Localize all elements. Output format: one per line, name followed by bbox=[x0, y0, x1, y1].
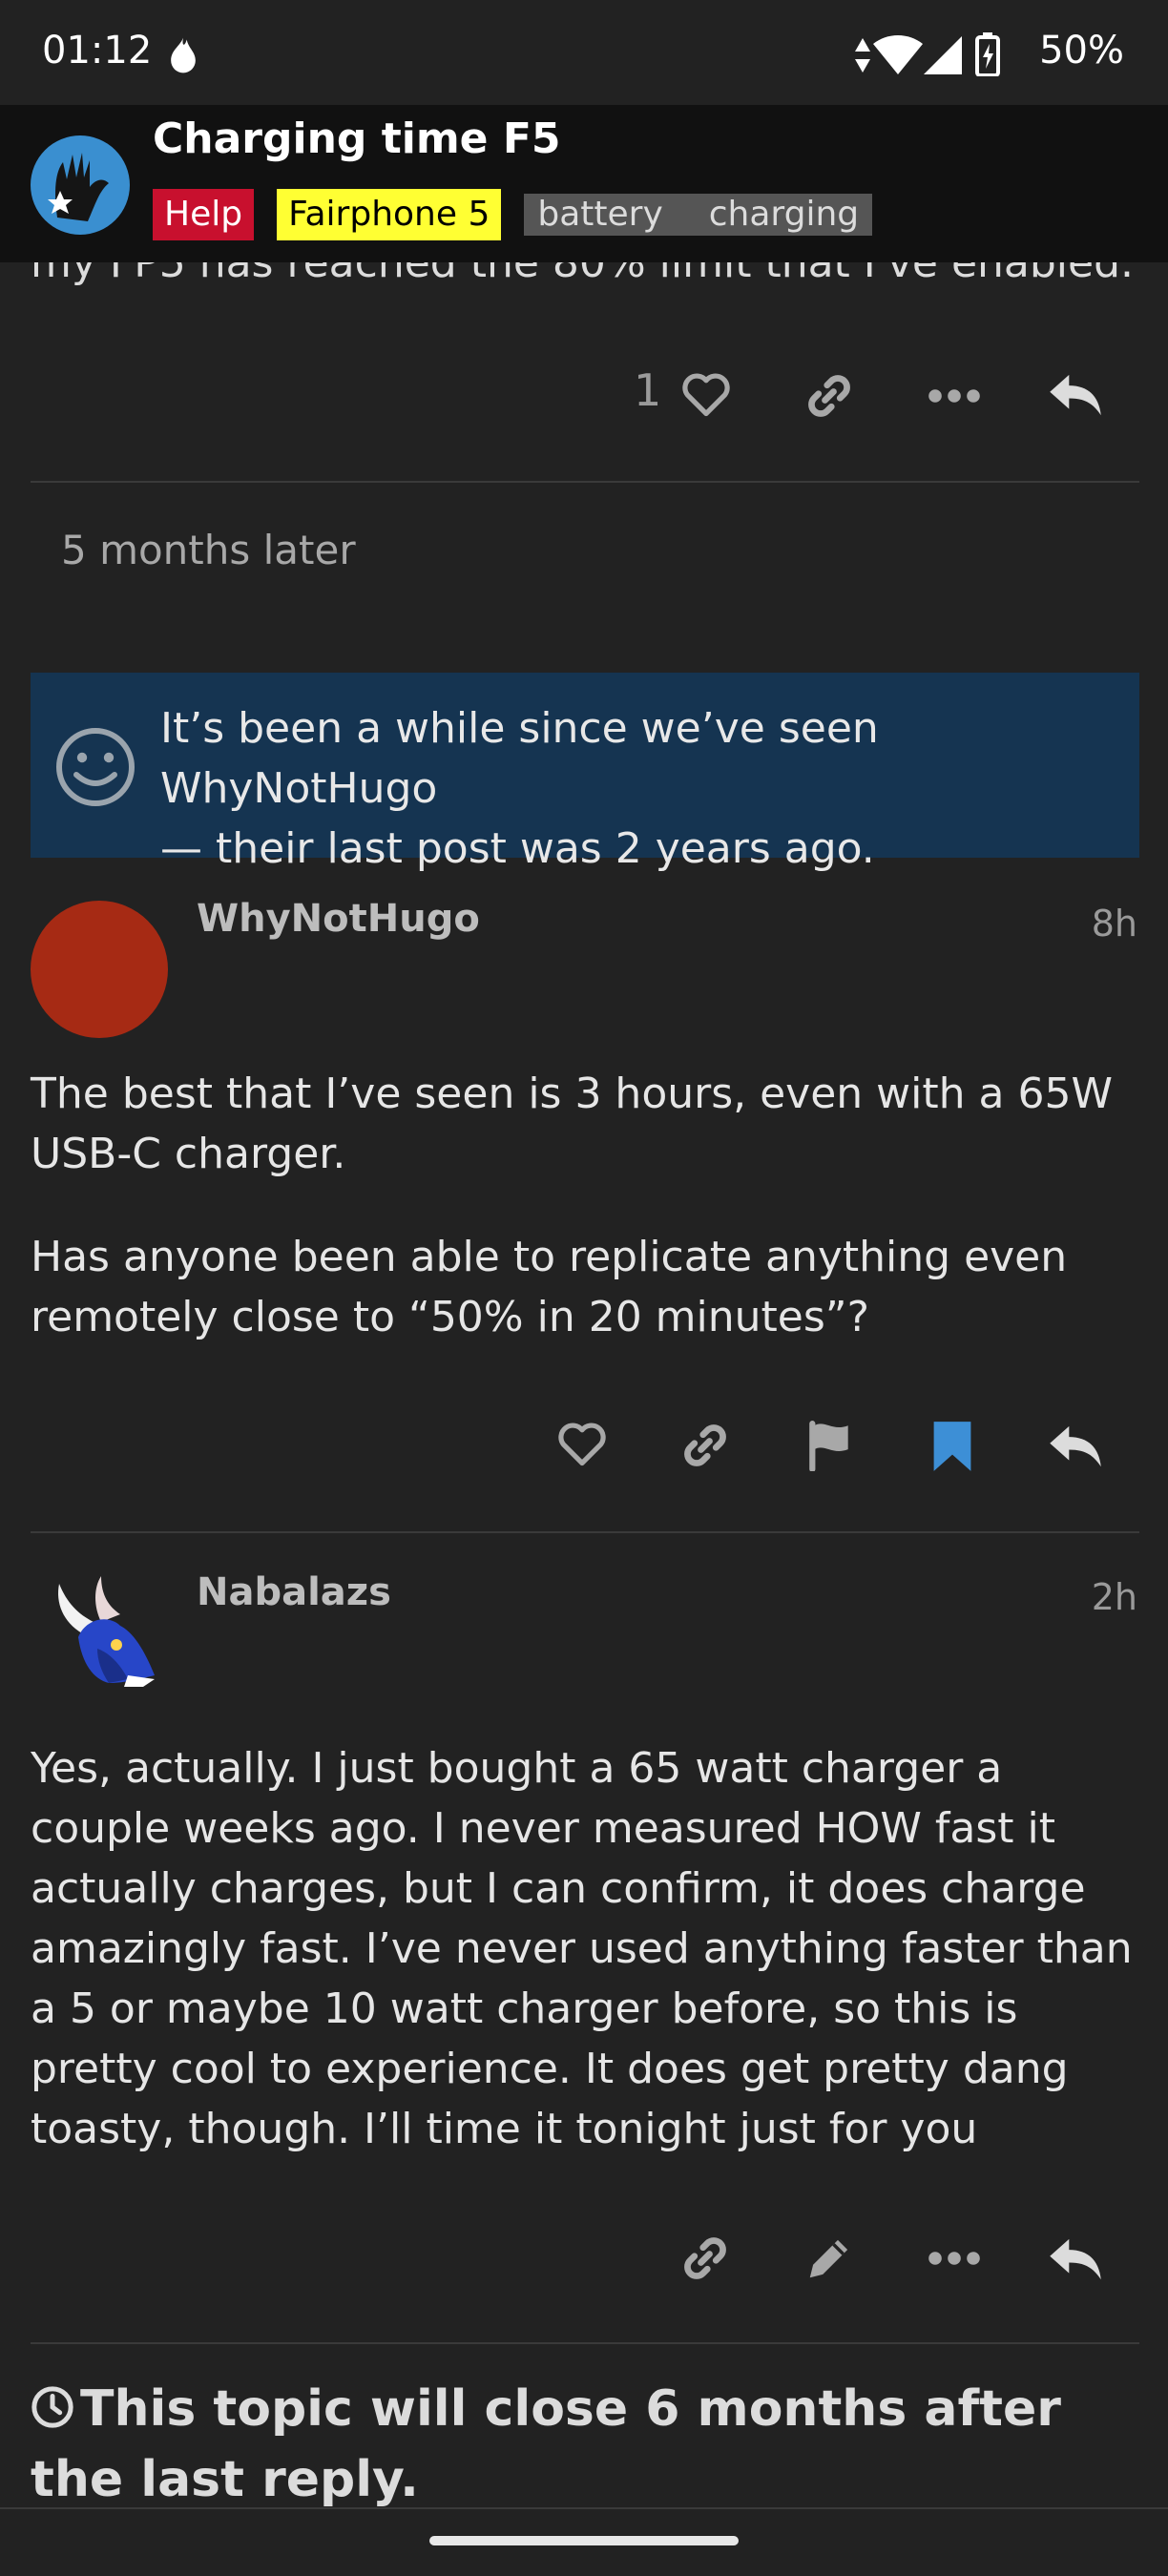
topic-timer-message: This topic will close 6 months after the… bbox=[31, 2374, 1128, 2515]
copy-link-icon[interactable] bbox=[803, 370, 855, 422]
flag-icon[interactable] bbox=[805, 1420, 855, 1471]
copy-link-icon[interactable] bbox=[679, 1420, 731, 1471]
fire-notification-icon bbox=[171, 37, 196, 73]
tag-list: battery charging bbox=[524, 194, 873, 236]
category-badge-fairphone-5[interactable]: Fairphone 5 bbox=[277, 189, 502, 240]
topic-timer-text: This topic will close 6 months after the… bbox=[31, 2380, 1061, 2508]
clock-icon bbox=[31, 2386, 73, 2428]
reply-icon[interactable] bbox=[1048, 1422, 1103, 1469]
like-heart-icon[interactable] bbox=[557, 1422, 607, 1467]
bottom-divider bbox=[0, 2507, 1168, 2509]
battery-charging-icon bbox=[975, 32, 1000, 76]
notice-line-2: — their last post was 2 years ago. bbox=[160, 824, 875, 873]
more-options-icon[interactable] bbox=[928, 2250, 981, 2267]
like-heart-icon[interactable] bbox=[681, 372, 731, 418]
avatar-whynothugo[interactable] bbox=[31, 901, 168, 1038]
post-body: Yes, actually. I just bought a 65 watt c… bbox=[31, 1738, 1147, 2202]
status-time: 01:12 bbox=[42, 29, 153, 73]
previous-post-clip: my FP5 has reached the 80% limit that I'… bbox=[0, 262, 1168, 291]
notice-line-1: It’s been a while since we’ve seen WhyNo… bbox=[160, 704, 879, 813]
battery-percentage: 50% bbox=[1039, 29, 1124, 73]
post-divider bbox=[31, 481, 1139, 483]
reply-icon[interactable] bbox=[1048, 2234, 1103, 2282]
post-divider bbox=[31, 1531, 1139, 1533]
more-options-icon[interactable] bbox=[928, 387, 981, 405]
topic-tags: Help Fairphone 5 battery charging bbox=[153, 187, 873, 242]
post-divider bbox=[31, 2342, 1139, 2344]
post-date[interactable]: 2h bbox=[1092, 1576, 1137, 1618]
tag-battery[interactable]: battery bbox=[537, 194, 662, 236]
gesture-nav-handle[interactable] bbox=[429, 2536, 739, 2545]
topic-title[interactable]: Charging time F5 bbox=[153, 114, 561, 163]
copy-link-icon[interactable] bbox=[679, 2233, 731, 2284]
post-body: The best that I’ve seen is 3 hours, even… bbox=[31, 1064, 1147, 1390]
post-date[interactable]: 8h bbox=[1092, 903, 1137, 945]
post-author[interactable]: WhyNotHugo bbox=[197, 897, 480, 941]
edit-pencil-icon[interactable] bbox=[803, 2233, 855, 2284]
category-badge-help[interactable]: Help bbox=[153, 189, 255, 240]
previous-post-text: my FP5 has reached the 80% limit that I'… bbox=[31, 262, 1135, 287]
data-arrows-icon bbox=[855, 38, 870, 73]
post-paragraph: The best that I’ve seen is 3 hours, even… bbox=[31, 1070, 1113, 1178]
reply-icon[interactable] bbox=[1048, 370, 1103, 418]
time-gap-label: 5 months later bbox=[61, 527, 356, 573]
site-logo[interactable] bbox=[29, 134, 132, 237]
like-count: 1 bbox=[634, 364, 662, 416]
post-paragraph: Has anyone been able to replicate anythi… bbox=[31, 1233, 1068, 1341]
post-author[interactable]: Nabalazs bbox=[197, 1570, 391, 1614]
smile-icon bbox=[56, 728, 135, 806]
tag-charging[interactable]: charging bbox=[709, 194, 859, 236]
avatar-nabalazs[interactable] bbox=[44, 1572, 166, 1698]
notice-text: It’s been a while since we’ve seen WhyNo… bbox=[160, 698, 1115, 879]
signal-icon bbox=[924, 36, 962, 74]
post-paragraph: Yes, actually. I just bought a 65 watt c… bbox=[31, 1744, 1133, 2153]
bookmark-icon[interactable] bbox=[931, 1420, 973, 1473]
wifi-icon bbox=[873, 35, 923, 74]
